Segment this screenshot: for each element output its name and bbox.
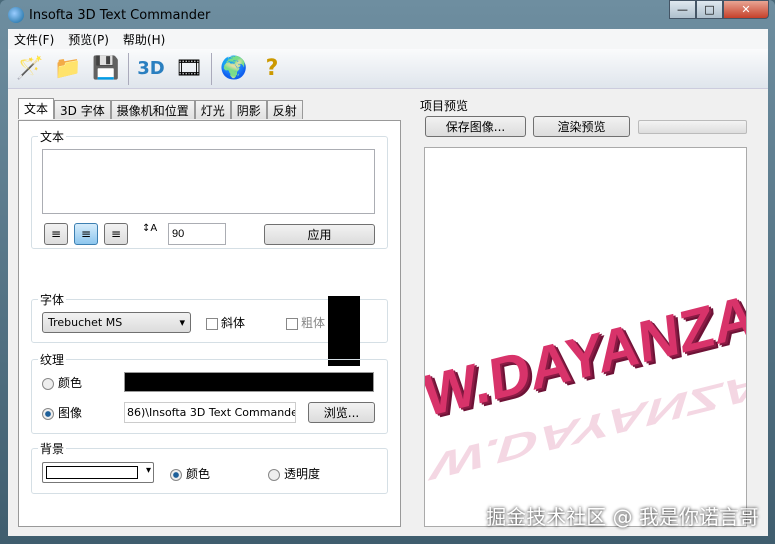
tab-text[interactable]: 文本	[18, 98, 55, 119]
watermark: 掘金技术社区 @ 我是你诺言哥	[486, 505, 759, 529]
menu-preview[interactable]: 预览(P)	[68, 31, 109, 48]
apply-button[interactable]: 应用	[264, 224, 375, 245]
align-right-button[interactable]: ≡	[104, 223, 128, 245]
tab-light[interactable]: 灯光	[194, 100, 231, 119]
open-folder-icon[interactable]: 📁	[52, 53, 84, 85]
bold-checkbox[interactable]: 粗体	[286, 314, 325, 331]
tab-3d-font[interactable]: 3D 字体	[54, 100, 111, 119]
toolbar-separator	[211, 52, 212, 85]
minimize-button[interactable]: —	[669, 0, 696, 19]
tab-camera[interactable]: 摄像机和位置	[110, 100, 195, 119]
menu-help[interactable]: 帮助(H)	[123, 31, 165, 48]
menu-file[interactable]: 文件(F)	[14, 31, 54, 48]
align-left-button[interactable]: ≡	[44, 223, 68, 245]
title-bar: Insofta 3D Text Commander	[8, 5, 210, 25]
preview-canvas: W.DAYANZAI.ME W.DAYANZAI.ME	[424, 147, 747, 527]
tab-reflection[interactable]: 反射	[266, 100, 303, 119]
app-window: Insofta 3D Text Commander — □ ✕ 文件(F) 预览…	[0, 0, 775, 544]
line-spacing-icon: ↕A	[142, 223, 158, 234]
toolbar-separator	[128, 52, 129, 85]
browse-button[interactable]: 浏览...	[308, 402, 375, 423]
background-group: 背景 ▾ 颜色 透明度	[31, 440, 388, 494]
render-progress-bar	[638, 120, 747, 134]
maximize-button[interactable]: □	[696, 0, 723, 19]
save-video-icon[interactable]: 🎞	[173, 53, 205, 85]
tab-shadow[interactable]: 阴影	[230, 100, 267, 119]
font-group-label: 字体	[38, 291, 67, 308]
texture-color-picker[interactable]	[124, 372, 374, 392]
font-value: Trebuchet MS	[48, 316, 123, 329]
align-center-button[interactable]: ≡	[74, 223, 98, 245]
texture-group: 纹理 颜色 图像 86)\Insofta 3D Text Commander\d…	[31, 351, 388, 434]
chevron-down-icon: ▾	[145, 465, 151, 476]
text-group: 文本 ≡ ≡ ≡ ↕A 应用	[31, 128, 388, 249]
client-area: 文件(F) 预览(P) 帮助(H) 🪄 📁 💾 3D 🎞 🌍 ? 文本 3D 字…	[8, 29, 768, 536]
close-button[interactable]: ✕	[723, 0, 769, 19]
texture-path-field[interactable]: 86)\Insofta 3D Text Commander\d	[124, 402, 296, 423]
save-image-button[interactable]: 保存图像...	[425, 116, 526, 137]
texture-color-radio[interactable]: 颜色	[42, 374, 82, 391]
toolbar: 🪄 📁 💾 3D 🎞 🌍 ?	[8, 49, 768, 89]
texture-image-radio[interactable]: 图像	[42, 404, 82, 421]
app-logo-icon	[8, 7, 24, 23]
background-color-picker[interactable]: ▾	[42, 462, 154, 483]
tab-bar: 文本 3D 字体 摄像机和位置 灯光 阴影 反射	[18, 98, 303, 119]
italic-checkbox[interactable]: 斜体	[206, 314, 245, 331]
render-preview-button[interactable]: 渲染预览	[533, 116, 630, 137]
background-group-label: 背景	[38, 440, 67, 457]
text-group-label: 文本	[38, 128, 67, 145]
font-select[interactable]: Trebuchet MS ▾	[42, 312, 191, 333]
help-book-icon[interactable]: ?	[256, 53, 288, 85]
tab-panel: 文本 ≡ ≡ ≡ ↕A 应用 字体 Trebuchet MS ▾ 斜体 粗体 纹理…	[18, 120, 401, 527]
chevron-down-icon: ▾	[179, 316, 185, 329]
background-transparency-radio[interactable]: 透明度	[268, 465, 320, 482]
render-glitch	[328, 296, 360, 366]
save-3d-icon[interactable]: 3D	[135, 53, 167, 85]
font-group: 字体 Trebuchet MS ▾ 斜体 粗体	[31, 291, 388, 366]
save-icon[interactable]: 💾	[90, 53, 122, 85]
menu-bar: 文件(F) 预览(P) 帮助(H)	[8, 29, 768, 49]
new-wand-icon[interactable]: 🪄	[14, 53, 46, 85]
background-color-radio[interactable]: 颜色	[170, 465, 210, 482]
window-title: Insofta 3D Text Commander	[29, 7, 211, 23]
web-globe-icon[interactable]: 🌍	[218, 53, 250, 85]
texture-group-label: 纹理	[38, 351, 67, 368]
text-input[interactable]	[42, 149, 375, 214]
spacing-stepper[interactable]	[168, 223, 226, 245]
preview-label: 项目预览	[420, 99, 469, 113]
